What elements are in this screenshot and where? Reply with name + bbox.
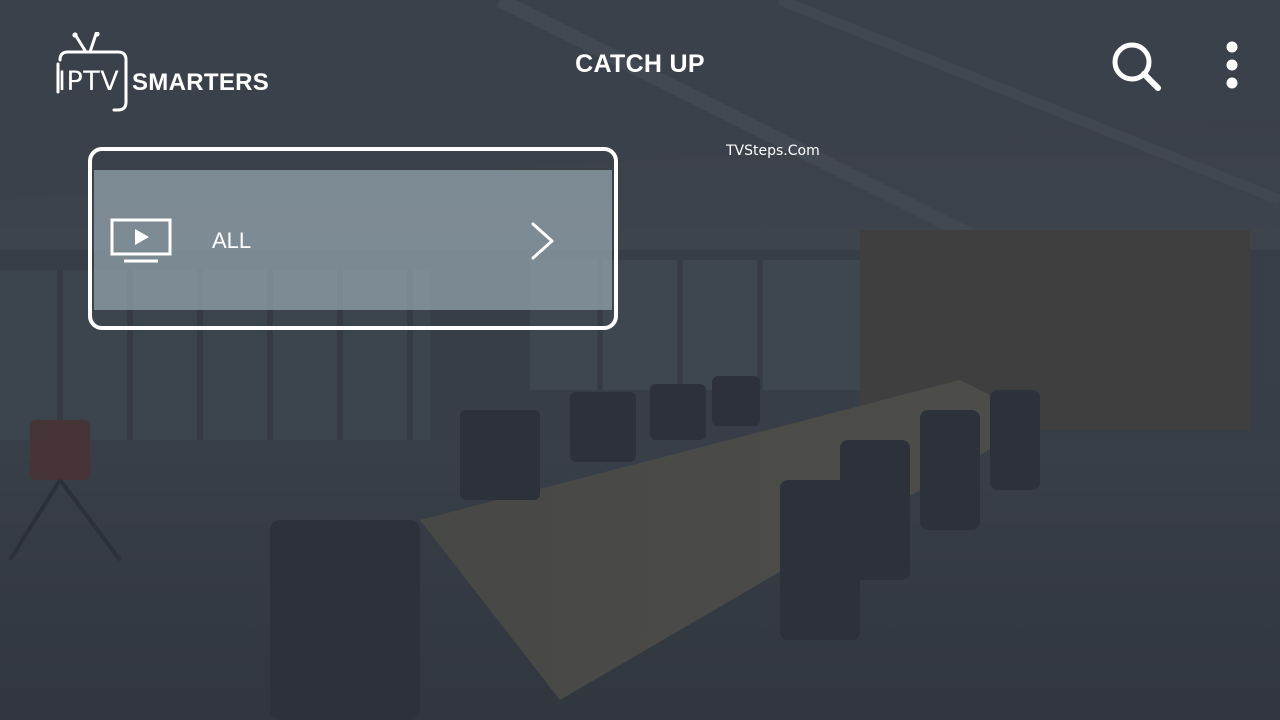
chevron-right-icon [531,222,554,260]
more-vertical-icon [1226,41,1238,89]
tv-play-icon [110,218,172,263]
category-item-background: ALL [94,170,612,310]
catch-up-screen: IPTV SMARTERS CATCH UP TVSteps.Com ALL [0,0,1280,720]
category-label: ALL [212,228,252,253]
category-item-all[interactable]: ALL [88,147,618,330]
search-icon [1112,42,1161,91]
watermark-text: TVSteps.Com [726,143,820,159]
category-list: ALL [88,147,618,330]
page-title: CATCH UP [575,50,705,78]
search-button[interactable] [1108,38,1164,94]
more-options-button[interactable] [1214,40,1250,92]
